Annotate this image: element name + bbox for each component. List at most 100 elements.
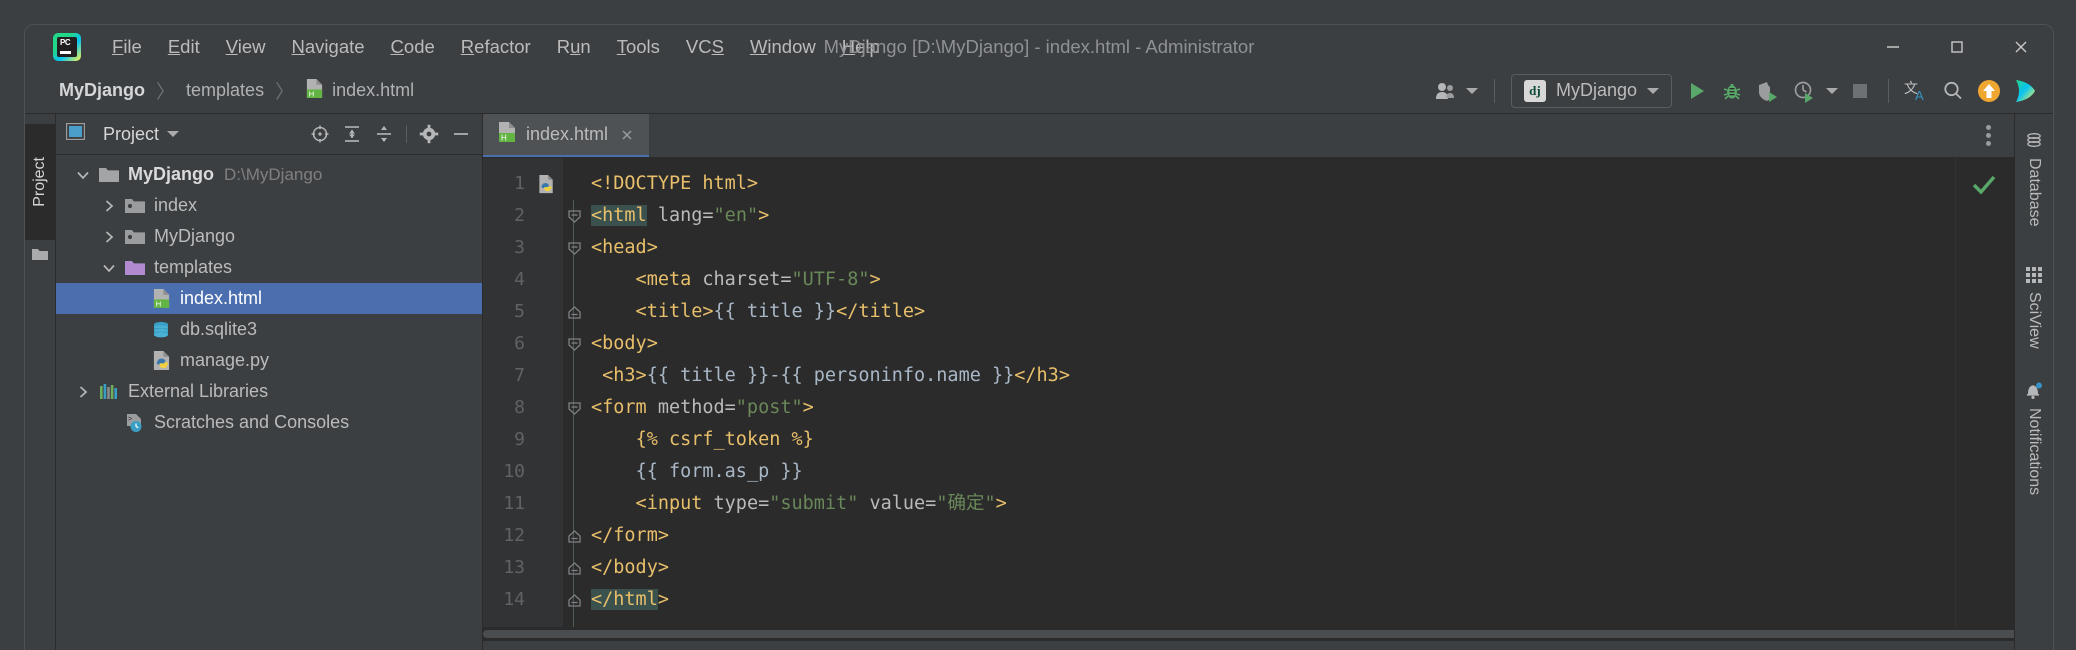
code-line[interactable]: <title>{{ title }}</title> <box>585 296 1955 328</box>
code-line[interactable]: <html lang="en"> <box>585 200 1955 232</box>
sidebar-item-sciview[interactable]: SciView <box>2015 256 2053 349</box>
tree-item-external-libraries[interactable]: External Libraries <box>56 376 482 407</box>
code-line[interactable]: <meta charset="UTF-8"> <box>585 264 1955 296</box>
colorful-play-icon[interactable] <box>2007 73 2043 109</box>
code-token: method= <box>657 397 736 418</box>
maximize-button[interactable] <box>1925 25 1989 68</box>
code-line[interactable]: {{ form.as_p }} <box>585 456 1955 488</box>
fold-marker-open[interactable] <box>563 200 585 232</box>
code-line[interactable]: <head> <box>585 232 1955 264</box>
debug-button[interactable] <box>1714 73 1750 109</box>
tree-item-label: manage.py <box>180 350 270 370</box>
menu-item-code[interactable]: Code <box>378 34 448 60</box>
editor-horizontal-scrollbar[interactable] <box>483 627 2019 641</box>
kebab-menu-icon[interactable] <box>1974 122 2002 150</box>
minimize-button[interactable] <box>1861 25 1925 68</box>
chevron-down-icon[interactable] <box>167 131 180 137</box>
breadcrumb-separator: 〉 <box>275 82 295 103</box>
fold-marker-close[interactable] <box>563 552 585 584</box>
menu-item-refactor[interactable]: Refactor <box>448 34 544 60</box>
code-line[interactable]: <body> <box>585 328 1955 360</box>
code-line[interactable]: </form> <box>585 520 1955 552</box>
folder-root-icon <box>96 166 122 183</box>
code-token: {{ title }} <box>713 301 837 322</box>
code-line[interactable]: </html> <box>585 584 1955 616</box>
menu-item-run[interactable]: Run <box>544 34 604 60</box>
chevron-right-icon[interactable] <box>96 229 122 245</box>
chevron-right-icon[interactable] <box>96 198 122 214</box>
code-folding-column[interactable] <box>563 158 585 627</box>
tree-item-mydjango[interactable]: MyDjango D:\MyDjango <box>56 159 482 190</box>
code-line[interactable]: <form method="post"> <box>585 392 1955 424</box>
expand-all-button[interactable] <box>337 119 367 149</box>
tree-item-index[interactable]: index <box>56 190 482 221</box>
menu-item-navigate[interactable]: Navigate <box>279 34 378 60</box>
fold-slot <box>563 360 585 392</box>
menu-item-vcs[interactable]: VCS <box>673 34 737 60</box>
fold-marker-close[interactable] <box>563 296 585 328</box>
code-line[interactable]: <input type="submit" value="确定"> <box>585 488 1955 520</box>
run-coverage-button[interactable] <box>1750 73 1786 109</box>
code-editor[interactable]: 1 2 3 4 5 6 7 8 9 10 11 12 13 14 <!DOCTYPE html> <html… <box>483 158 2014 627</box>
hide-panel-button[interactable] <box>446 119 476 149</box>
search-everywhere-icon[interactable] <box>1935 73 1971 109</box>
fold-marker-close[interactable] <box>563 584 585 616</box>
tree-item-manage-py[interactable]: manage.py <box>56 345 482 376</box>
chevron-right-icon[interactable] <box>70 384 96 400</box>
fold-marker-open[interactable] <box>563 392 585 424</box>
code-content[interactable]: <!DOCTYPE html> <html lang="en"> <head> <m… <box>585 158 1955 627</box>
fold-marker-close[interactable] <box>563 520 585 552</box>
stop-button[interactable] <box>1842 73 1878 109</box>
close-button[interactable] <box>1989 25 2053 68</box>
breadcrumb-item-mydjango[interactable]: MyDjango <box>53 77 151 104</box>
tree-item-scratches-and-consoles[interactable]: > Scratches and Consoles <box>56 407 482 438</box>
close-icon[interactable] <box>617 125 637 145</box>
update-arrow-up-icon[interactable] <box>1971 73 2007 109</box>
code-line[interactable]: </body> <box>585 552 1955 584</box>
user-account-icon[interactable] <box>1428 73 1484 109</box>
tree-item-templates[interactable]: templates <box>56 252 482 283</box>
profile-button[interactable] <box>1786 73 1822 109</box>
main-toolbar: dj MyDjango 文 A <box>1428 68 2043 113</box>
gutter-slot <box>531 552 563 584</box>
code-token: <body> <box>591 333 658 354</box>
sidebar-item-project[interactable]: Project <box>25 124 55 240</box>
tree-item-mydjango[interactable]: MyDjango <box>56 221 482 252</box>
breadcrumb-item-templates[interactable]: templates <box>180 77 270 104</box>
code-line[interactable]: <!DOCTYPE html> <box>585 168 1955 200</box>
menu-item-edit[interactable]: Edit <box>155 34 213 60</box>
translate-icon[interactable]: 文 A <box>1899 73 1935 109</box>
fold-marker-open[interactable] <box>563 328 585 360</box>
chevron-down-icon[interactable] <box>70 167 96 183</box>
tree-item-label: External Libraries <box>128 381 269 401</box>
checkmark-ok-icon[interactable] <box>1970 172 1998 201</box>
editor-vertical-scrollbar[interactable] <box>2002 158 2014 627</box>
run-configuration-selector[interactable]: dj MyDjango <box>1510 73 1672 108</box>
editor-tab-index-html[interactable]: H index.html <box>483 114 650 157</box>
chevron-down-icon <box>1647 87 1659 94</box>
code-token: <meta <box>591 269 703 290</box>
fold-marker-open[interactable] <box>563 232 585 264</box>
menu-item-file[interactable]: File <box>99 34 155 60</box>
chevron-down-icon <box>1826 87 1838 94</box>
folder-icon[interactable] <box>32 247 48 266</box>
sidebar-item-database[interactable]: Database <box>2015 122 2053 227</box>
code-line[interactable]: {% csrf_token %} <box>585 424 1955 456</box>
tree-item-db-sqlite3[interactable]: db.sqlite3 <box>56 314 482 345</box>
collapse-all-button[interactable] <box>369 119 399 149</box>
run-button[interactable] <box>1678 73 1714 109</box>
select-opened-file-button[interactable] <box>305 119 335 149</box>
menu-item-view[interactable]: View <box>213 34 279 60</box>
breadcrumb-item-index-html[interactable]: Hindex.html <box>299 75 420 107</box>
menu-item-tools[interactable]: Tools <box>604 34 673 60</box>
code-token: <h3> <box>591 365 647 386</box>
chevron-down-icon[interactable] <box>96 260 122 276</box>
menu-item-help[interactable]: Help <box>829 34 893 60</box>
menu-item-window[interactable]: Window <box>737 34 829 60</box>
gear-icon[interactable] <box>414 119 444 149</box>
sidebar-item-notifications[interactable]: Notifications <box>2015 372 2053 495</box>
tree-item-index-html[interactable]: Hindex.html <box>56 283 482 314</box>
python-run-icon[interactable] <box>531 168 563 200</box>
profile-dropdown-button[interactable] <box>1822 73 1842 109</box>
code-line[interactable]: <h3>{{ title }}-{{ personinfo.name }}</h… <box>585 360 1955 392</box>
